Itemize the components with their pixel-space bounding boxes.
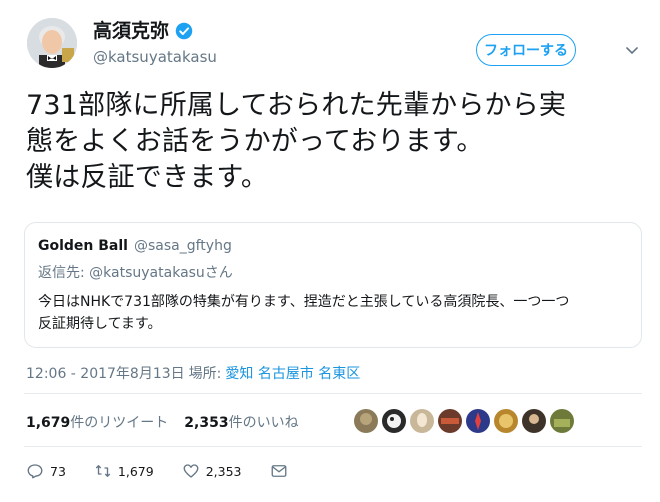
tweet-meta: 12:06 - 2017年8月13日 場所: 愛知 名古屋市 名東区 (26, 363, 360, 383)
liker-avatar-3[interactable] (410, 409, 434, 433)
retweet-count: 1,679 (117, 463, 154, 479)
reply-button[interactable]: 73 (26, 462, 66, 480)
retweets-label: 件のリツイート (70, 415, 169, 431)
reply-icon (27, 464, 43, 479)
tweet-action-bar: 73 1,679 2,353 (26, 462, 316, 480)
liker-avatar-5[interactable] (466, 409, 490, 433)
quoted-tweet-reply-to: 返信先: @katsuyatakasuさん (38, 262, 233, 282)
liker-avatar-6-image (494, 409, 518, 433)
direct-message-button[interactable] (270, 462, 288, 480)
author-display-name[interactable]: 高須克弥 (93, 19, 169, 43)
likes-stat[interactable]: 2,353件のいいね (184, 412, 298, 432)
liker-avatars (354, 409, 574, 433)
reply-to-handle-link[interactable]: @katsuyatakasuさん (89, 265, 233, 281)
envelope-icon (271, 465, 286, 477)
reply-prefix-label: 返信先: (38, 265, 90, 281)
liker-avatar-3-image (410, 409, 434, 433)
divider-top (24, 393, 642, 394)
tweet-text: 731部隊に所属しておられた先輩からから実 態をよくお話をうかがっております。 … (26, 90, 567, 193)
liker-avatar-1[interactable] (354, 409, 378, 433)
place-link[interactable]: 愛知 名古屋市 名東区 (225, 363, 360, 383)
chevron-down-icon[interactable] (624, 42, 640, 58)
author-name-row: 高須克弥 (93, 19, 193, 43)
quoted-tweet-author-handle: @sasa_gftyhg (133, 238, 232, 254)
follow-button[interactable]: フォローする (476, 34, 576, 66)
retweet-button[interactable]: 1,679 (94, 462, 154, 480)
like-count: 2,353 (205, 463, 242, 479)
liker-avatar-8-image (550, 409, 574, 433)
liker-avatar-7-image (522, 409, 546, 433)
liker-avatar-2[interactable] (382, 409, 406, 433)
liker-avatar-4-image (438, 409, 462, 433)
author-avatar-image (27, 18, 77, 68)
engagement-stats: 1,679件のリツイート 2,353件のいいね (26, 412, 299, 432)
liker-avatar-4[interactable] (438, 409, 462, 433)
liker-avatar-7[interactable] (522, 409, 546, 433)
retweets-count: 1,679 (26, 415, 71, 431)
likes-count: 2,353 (184, 415, 229, 431)
verified-badge-icon (175, 22, 193, 40)
liker-avatar-2-image (382, 409, 406, 433)
heart-icon (183, 464, 199, 478)
retweet-icon (95, 465, 111, 477)
tweet-timestamp[interactable]: 12:06 - 2017年8月13日 (26, 363, 185, 383)
quoted-tweet-header: Golden Ball @sasa_gftyhg (38, 238, 232, 254)
divider-bottom (24, 446, 642, 447)
author-handle[interactable]: @katsuyatakasu (93, 47, 217, 67)
quoted-tweet-text: 今日はNHKで731部隊の特集が有ります、捏造だと主張している高須院長、一つ一つ… (38, 294, 570, 332)
liker-avatar-8[interactable] (550, 409, 574, 433)
quoted-tweet-author-name: Golden Ball (38, 238, 128, 254)
reply-count: 73 (50, 463, 66, 479)
author-avatar[interactable] (27, 18, 77, 68)
likes-label: 件のいいね (228, 415, 299, 431)
place-label: 場所: (188, 366, 222, 382)
like-button[interactable]: 2,353 (182, 462, 242, 480)
liker-avatar-6[interactable] (494, 409, 518, 433)
retweets-stat[interactable]: 1,679件のリツイート (26, 412, 168, 432)
liker-avatar-5-image (466, 409, 490, 433)
liker-avatar-1-image (354, 409, 378, 433)
